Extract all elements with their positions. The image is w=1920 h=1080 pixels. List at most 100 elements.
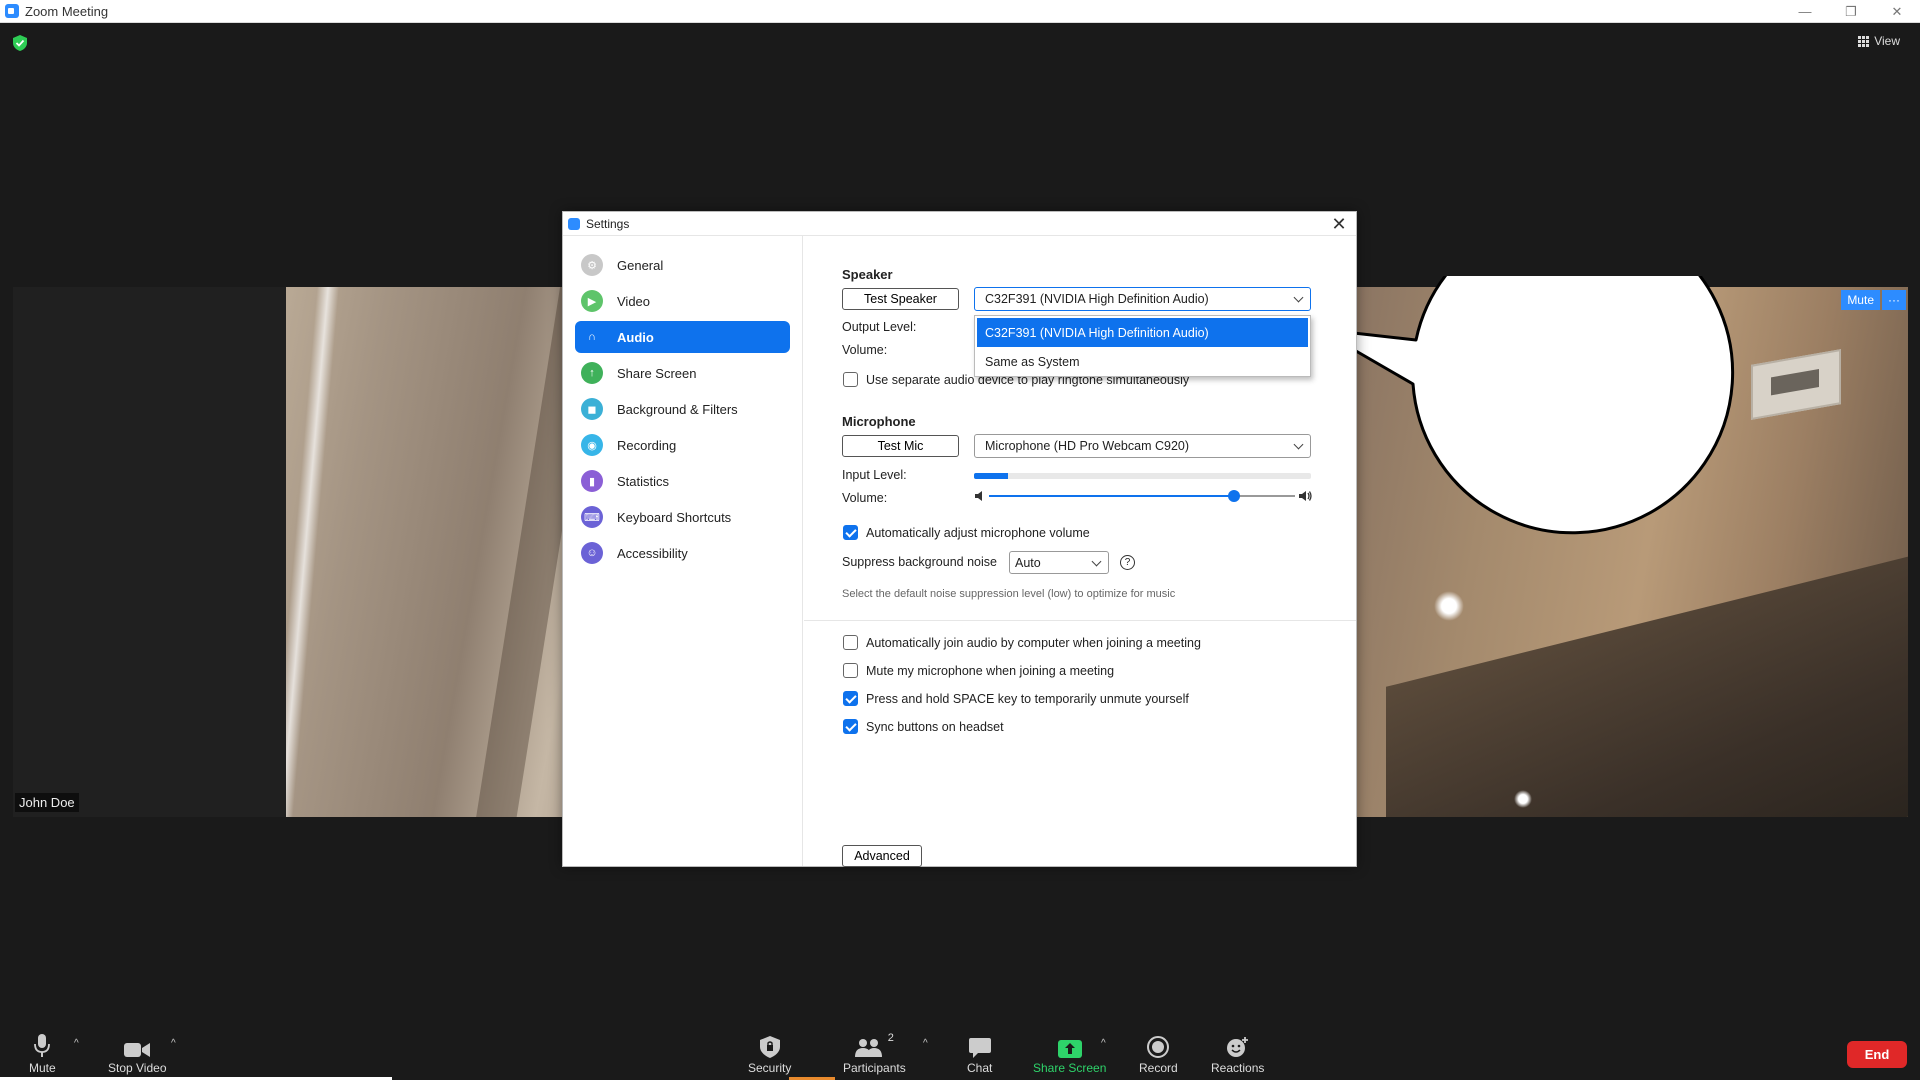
auto-join-audio-checkbox[interactable] xyxy=(843,635,858,650)
end-meeting-button[interactable]: End xyxy=(1847,1041,1907,1068)
sidebar-item-label: Accessibility xyxy=(617,545,688,561)
test-speaker-button[interactable]: Test Speaker xyxy=(842,288,959,310)
auto-join-audio-label: Automatically join audio by computer whe… xyxy=(866,636,1201,650)
sidebar-item-label: Background & Filters xyxy=(617,401,738,417)
mute-label: Mute xyxy=(29,1061,56,1075)
view-button[interactable]: View xyxy=(1858,34,1900,48)
speaker-volume-label: Volume: xyxy=(842,343,888,357)
suppress-noise-label: Suppress background noise xyxy=(842,555,997,569)
tile-mute-button[interactable]: Mute xyxy=(1841,290,1880,310)
headphones-icon: ∩ xyxy=(588,331,596,343)
background-icon: ◼ xyxy=(581,398,603,420)
input-level-fill xyxy=(974,473,1008,479)
speaker-option-c32f391[interactable]: C32F391 (NVIDIA High Definition Audio) xyxy=(977,318,1308,347)
stop-video-button[interactable]: Stop Video xyxy=(108,1032,167,1075)
chevron-down-icon xyxy=(1293,292,1304,303)
sidebar-item-video[interactable]: ▶ Video xyxy=(575,285,790,317)
reactions-button[interactable]: Reactions xyxy=(1211,1032,1264,1075)
tile-more-button[interactable]: ··· xyxy=(1882,290,1906,310)
close-window-button[interactable]: ✕ xyxy=(1874,0,1920,23)
security-label: Security xyxy=(748,1061,792,1075)
space-unmute-label: Press and hold SPACE key to temporarily … xyxy=(866,692,1189,706)
sidebar-item-label: Share Screen xyxy=(617,365,697,381)
volume-high-icon xyxy=(1299,491,1312,501)
reactions-label: Reactions xyxy=(1211,1061,1265,1075)
share-options-caret-icon[interactable]: ^ xyxy=(1101,1038,1106,1049)
video-options-caret-icon[interactable]: ^ xyxy=(171,1038,176,1049)
sidebar-item-background-filters[interactable]: ◼ Background & Filters xyxy=(575,393,790,425)
chat-label: Chat xyxy=(967,1061,993,1075)
participant-name-tag: John Doe xyxy=(15,793,79,812)
chat-button[interactable]: Chat xyxy=(967,1032,992,1075)
speaker-option-same-as-system[interactable]: Same as System xyxy=(975,347,1310,376)
sidebar-item-label: Audio xyxy=(617,329,654,345)
zoom-app-icon xyxy=(568,217,580,230)
restore-button[interactable]: ❐ xyxy=(1828,0,1874,23)
sidebar-item-share-screen[interactable]: ↑ Share Screen xyxy=(575,357,790,389)
microphone-section-title: Microphone xyxy=(842,414,916,429)
sidebar-item-recording[interactable]: ◉ Recording xyxy=(575,429,790,461)
sync-headset-checkbox[interactable] xyxy=(843,719,858,734)
microphone-device-select[interactable]: Microphone (HD Pro Webcam C920) xyxy=(974,434,1311,458)
stop-video-label: Stop Video xyxy=(108,1061,167,1075)
window-titlebar: Zoom Meeting — ❐ ✕ xyxy=(0,0,1920,23)
sidebar-item-keyboard-shortcuts[interactable]: ⌨ Keyboard Shortcuts xyxy=(575,501,790,533)
sidebar-item-audio[interactable]: ∩ Audio xyxy=(575,321,790,353)
speaker-device-select[interactable]: C32F391 (NVIDIA High Definition Audio) xyxy=(974,287,1311,311)
help-icon[interactable]: ? xyxy=(1120,555,1135,570)
share-screen-button[interactable]: Share Screen xyxy=(1033,1032,1106,1075)
minimize-button[interactable]: — xyxy=(1782,0,1828,23)
separate-ringtone-checkbox[interactable] xyxy=(843,372,858,387)
space-unmute-checkbox[interactable] xyxy=(843,691,858,706)
encryption-shield-icon[interactable] xyxy=(13,35,27,51)
speech-bubble-callout xyxy=(1316,276,1735,535)
auto-adjust-mic-checkbox[interactable] xyxy=(843,525,858,540)
sidebar-item-general[interactable]: ⚙ General xyxy=(575,249,790,281)
settings-sidebar: ⚙ General ▶ Video ∩ Audio ↑ Share Screen ◼ Backgr… xyxy=(563,236,803,866)
mic-volume-slider[interactable] xyxy=(989,490,1295,502)
suppress-noise-select[interactable]: Auto xyxy=(1009,551,1109,574)
security-shield-icon xyxy=(759,1032,780,1058)
settings-titlebar: Settings xyxy=(563,212,1356,236)
gear-icon: ⚙ xyxy=(581,254,603,276)
mute-on-join-checkbox[interactable] xyxy=(843,663,858,678)
sidebar-item-label: Keyboard Shortcuts xyxy=(617,509,732,525)
volume-low-icon xyxy=(975,491,982,501)
suppress-noise-hint: Select the default noise suppression lev… xyxy=(842,588,1176,600)
window-title: Zoom Meeting xyxy=(25,3,109,19)
test-mic-button[interactable]: Test Mic xyxy=(842,435,959,457)
mute-button[interactable]: Mute xyxy=(29,1032,56,1075)
participant-count: 2 xyxy=(887,1032,894,1044)
meeting-toolbar xyxy=(0,1020,1920,1080)
keyboard-icon: ⌨ xyxy=(581,506,603,528)
sidebar-item-label: Video xyxy=(617,293,651,309)
share-screen-icon xyxy=(1057,1032,1082,1058)
security-button[interactable]: Security xyxy=(748,1032,791,1075)
participant-tile[interactable]: John Doe xyxy=(13,287,286,817)
section-divider xyxy=(804,620,1356,621)
record-icon xyxy=(1147,1032,1170,1058)
output-level-label: Output Level: xyxy=(842,320,917,334)
chevron-down-icon xyxy=(1091,556,1102,567)
settings-title: Settings xyxy=(586,216,630,231)
participants-caret-icon[interactable]: ^ xyxy=(923,1038,928,1049)
settings-nav: ⚙ General ▶ Video ∩ Audio ↑ Share Screen ◼ Backgr… xyxy=(563,236,802,569)
grid-icon xyxy=(1858,35,1870,47)
advanced-button[interactable]: Advanced xyxy=(842,845,922,867)
chat-icon xyxy=(968,1032,991,1058)
sidebar-item-accessibility[interactable]: ☺ Accessibility xyxy=(575,537,790,569)
settings-close-button[interactable]: ✕ xyxy=(1330,215,1348,233)
participants-button[interactable]: 2 Participants xyxy=(843,1032,906,1075)
video-icon: ▶ xyxy=(581,290,603,312)
zoom-app-icon xyxy=(5,4,19,18)
audio-options-caret-icon[interactable]: ^ xyxy=(74,1038,79,1049)
share-screen-label: Share Screen xyxy=(1033,1061,1107,1075)
suppress-noise-value: Auto xyxy=(1015,555,1041,570)
reactions-icon xyxy=(1226,1032,1250,1058)
sidebar-item-statistics[interactable]: ▮ Statistics xyxy=(575,465,790,497)
slider-knob[interactable] xyxy=(1227,490,1240,502)
input-level-meter xyxy=(974,473,1311,479)
participants-label: Participants xyxy=(843,1061,906,1075)
view-label: View xyxy=(1874,34,1900,48)
record-button[interactable]: Record xyxy=(1139,1032,1178,1075)
